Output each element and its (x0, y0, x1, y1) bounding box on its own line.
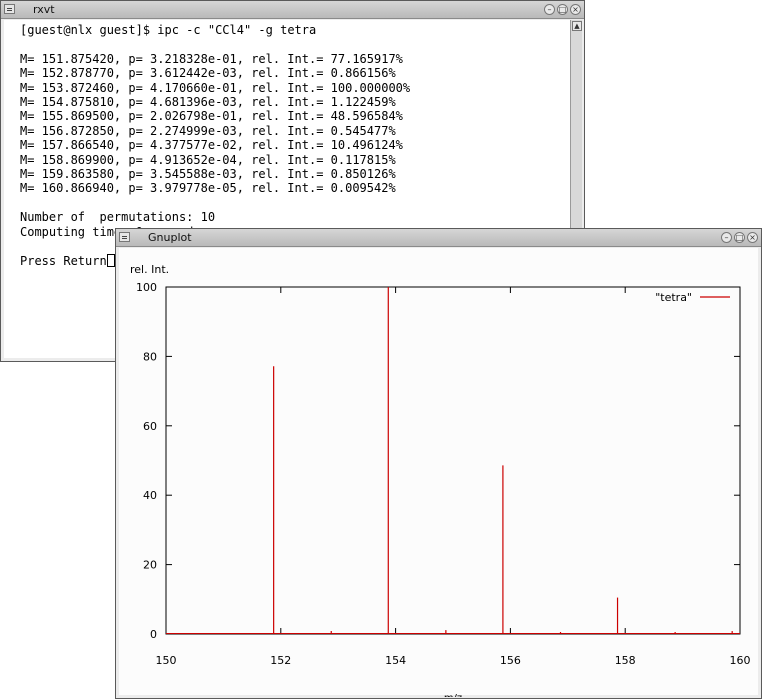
y-tick-label: 100 (136, 281, 157, 294)
window-menu-icon[interactable] (4, 4, 15, 14)
terminal-titlebar[interactable]: rxvt – □ × (1, 1, 584, 19)
x-tick-label: 160 (730, 654, 751, 667)
terminal-output-line: M= 159.863580, p= 3.545588e-03, rel. Int… (20, 167, 396, 182)
terminal-output-line: M= 152.878770, p= 3.612442e-03, rel. Int… (20, 66, 396, 81)
terminal-output-line: M= 154.875810, p= 4.681396e-03, rel. Int… (20, 95, 396, 110)
minimize-icon[interactable]: – (721, 232, 732, 243)
spectrum-chart: 0 20 40 60 80 100 150 152 154 156 158 160 m/z rel. In… (130, 263, 751, 697)
y-tick-label: 40 (143, 489, 157, 502)
gnuplot-window[interactable]: Gnuplot – □ × 0 20 40 60 80 100 150 152 154 156 15… (115, 228, 762, 699)
x-tick-label: 150 (156, 654, 177, 667)
terminal-output-line: M= 158.869900, p= 4.913652e-04, rel. Int… (20, 152, 396, 167)
y-tick-label: 20 (143, 559, 157, 572)
close-icon[interactable]: × (747, 232, 758, 243)
terminal-output-line: M= 157.866540, p= 4.377577e-02, rel. Int… (20, 138, 403, 153)
text-cursor (106, 253, 115, 267)
terminal-prompt: [guest@nlx guest]$ (20, 23, 158, 37)
y-tick-label: 0 (150, 628, 157, 641)
terminal-last-line: Press Return (20, 253, 107, 268)
gnuplot-titlebar[interactable]: Gnuplot – □ × (116, 229, 761, 247)
gnuplot-title: Gnuplot (148, 231, 192, 244)
y-tick-label: 80 (143, 350, 157, 363)
maximize-icon[interactable]: □ (734, 232, 745, 243)
terminal-command: ipc -c "CCl4" -g tetra (157, 23, 317, 37)
scroll-up-icon[interactable]: ▲ (572, 21, 582, 31)
y-tick-label: 60 (143, 420, 157, 433)
legend-label: "tetra" (655, 291, 692, 304)
x-tick-label: 154 (385, 654, 406, 667)
terminal-output-line: M= 151.875420, p= 3.218328e-01, rel. Int… (20, 51, 403, 66)
window-menu-icon[interactable] (119, 232, 130, 242)
terminal-output-line: M= 156.872850, p= 2.274999e-03, rel. Int… (20, 123, 396, 138)
close-icon[interactable]: × (570, 4, 581, 15)
terminal-output-line: M= 153.872460, p= 4.170660e-01, rel. Int… (20, 80, 411, 95)
plot-frame (165, 286, 741, 635)
terminal-title: rxvt (33, 3, 55, 16)
terminal-output-line: Number of permutations: 10 (20, 210, 216, 225)
maximize-icon[interactable]: □ (557, 4, 568, 15)
terminal-output: M= 151.875420, p= 3.218328e-01, rel. Int… (20, 52, 410, 239)
terminal-output-line: M= 160.866940, p= 3.979778e-05, rel. Int… (20, 181, 396, 196)
terminal-output-line: M= 155.869500, p= 2.026798e-01, rel. Int… (20, 109, 403, 124)
plot-canvas[interactable]: 0 20 40 60 80 100 150 152 154 156 158 160 m/z rel. In… (119, 248, 758, 697)
minimize-icon[interactable]: – (544, 4, 555, 15)
x-axis-label: m/z (444, 693, 462, 697)
x-tick-label: 158 (615, 654, 636, 667)
x-tick-label: 152 (270, 654, 291, 667)
x-tick-label: 156 (500, 654, 521, 667)
y-axis-label: rel. Int. (130, 263, 169, 276)
